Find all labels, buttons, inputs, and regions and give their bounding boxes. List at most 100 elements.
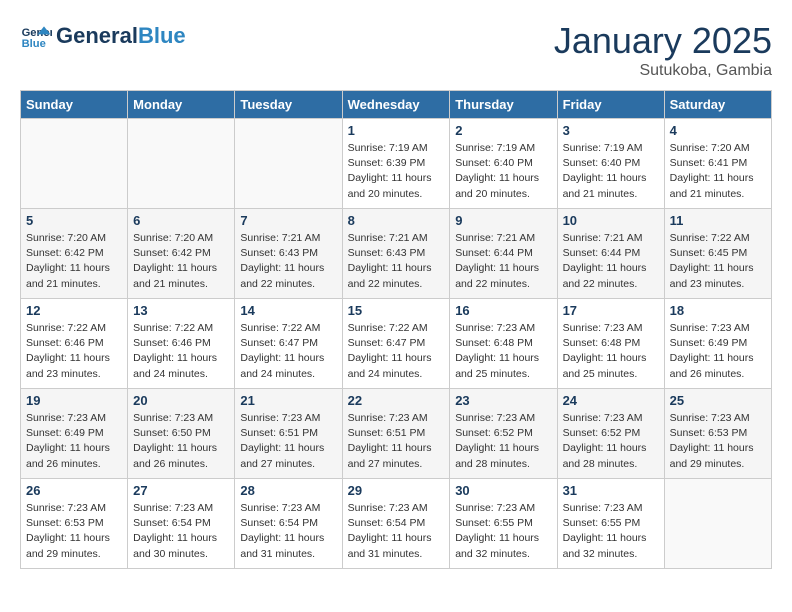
calendar-cell: 23 Sunrise: 7:23 AMSunset: 6:52 PMDayligh… bbox=[450, 389, 557, 479]
day-number: 19 bbox=[26, 393, 122, 408]
calendar-cell: 15Sunrise: 7:22 AMSunset: 6:47 PMDayligh… bbox=[342, 299, 450, 389]
calendar-week-2: 5 Sunrise: 7:20 AMSunset: 6:42 PMDaylight… bbox=[21, 209, 772, 299]
calendar-cell: 17 Sunrise: 7:23 AMSunset: 6:48 PMDayligh… bbox=[557, 299, 664, 389]
title-block: January 2025 Sutukoba, Gambia bbox=[554, 20, 772, 80]
weekday-thursday: Thursday bbox=[450, 91, 557, 119]
day-info: Sunrise: 7:23 AMSunset: 6:51 PMDaylight:… bbox=[348, 411, 445, 472]
day-info: Sunrise: 7:23 AMSunset: 6:55 PMDaylight:… bbox=[563, 501, 659, 562]
day-info: Sunrise: 7:19 AMSunset: 6:40 PMDaylight:… bbox=[563, 141, 659, 202]
calendar-cell: 11 Sunrise: 7:22 AMSunset: 6:45 PMDayligh… bbox=[664, 209, 771, 299]
logo-icon: General Blue bbox=[20, 20, 52, 52]
weekday-saturday: Saturday bbox=[664, 91, 771, 119]
day-info: Sunrise: 7:23 AMSunset: 6:48 PMDaylight:… bbox=[563, 321, 659, 382]
day-info: Sunrise: 7:23 AMSunset: 6:49 PMDaylight:… bbox=[670, 321, 766, 382]
day-number: 17 bbox=[563, 303, 659, 318]
location-title: Sutukoba, Gambia bbox=[554, 62, 772, 80]
day-number: 10 bbox=[563, 213, 659, 228]
day-number: 23 bbox=[455, 393, 551, 408]
day-info: Sunrise: 7:22 AMSunset: 6:45 PMDaylight:… bbox=[670, 231, 766, 292]
day-info: Sunrise: 7:19 AMSunset: 6:40 PMDaylight:… bbox=[455, 141, 551, 202]
day-number: 26 bbox=[26, 483, 122, 498]
day-info: Sunrise: 7:23 AMSunset: 6:52 PMDaylight:… bbox=[455, 411, 551, 472]
month-title: January 2025 bbox=[554, 20, 772, 62]
calendar-cell: 26 Sunrise: 7:23 AMSunset: 6:53 PMDayligh… bbox=[21, 479, 128, 569]
calendar-cell: 30Sunrise: 7:23 AMSunset: 6:55 PMDayligh… bbox=[450, 479, 557, 569]
day-number: 24 bbox=[563, 393, 659, 408]
day-number: 28 bbox=[240, 483, 336, 498]
calendar-cell: 25Sunrise: 7:23 AMSunset: 6:53 PMDayligh… bbox=[664, 389, 771, 479]
weekday-header-row: SundayMondayTuesdayWednesdayThursdayFrid… bbox=[21, 91, 772, 119]
calendar-cell: 19 Sunrise: 7:23 AMSunset: 6:49 PMDayligh… bbox=[21, 389, 128, 479]
calendar-week-1: 1 Sunrise: 7:19 AMSunset: 6:39 PMDaylight… bbox=[21, 119, 772, 209]
calendar-cell: 8 Sunrise: 7:21 AMSunset: 6:43 PMDaylight… bbox=[342, 209, 450, 299]
day-number: 29 bbox=[348, 483, 445, 498]
day-info: Sunrise: 7:23 AMSunset: 6:49 PMDaylight:… bbox=[26, 411, 122, 472]
day-number: 12 bbox=[26, 303, 122, 318]
day-number: 4 bbox=[670, 123, 766, 138]
day-info: Sunrise: 7:22 AMSunset: 6:46 PMDaylight:… bbox=[133, 321, 229, 382]
calendar-cell: 16 Sunrise: 7:23 AMSunset: 6:48 PMDayligh… bbox=[450, 299, 557, 389]
weekday-monday: Monday bbox=[128, 91, 235, 119]
day-info: Sunrise: 7:19 AMSunset: 6:39 PMDaylight:… bbox=[348, 141, 445, 202]
day-number: 16 bbox=[455, 303, 551, 318]
day-info: Sunrise: 7:22 AMSunset: 6:46 PMDaylight:… bbox=[26, 321, 122, 382]
svg-text:Blue: Blue bbox=[22, 38, 46, 50]
day-info: Sunrise: 7:23 AMSunset: 6:55 PMDaylight:… bbox=[455, 501, 551, 562]
day-number: 18 bbox=[670, 303, 766, 318]
day-number: 7 bbox=[240, 213, 336, 228]
day-number: 1 bbox=[348, 123, 445, 138]
weekday-tuesday: Tuesday bbox=[235, 91, 342, 119]
calendar-cell: 21 Sunrise: 7:23 AMSunset: 6:51 PMDayligh… bbox=[235, 389, 342, 479]
calendar-week-5: 26 Sunrise: 7:23 AMSunset: 6:53 PMDayligh… bbox=[21, 479, 772, 569]
day-info: Sunrise: 7:20 AMSunset: 6:41 PMDaylight:… bbox=[670, 141, 766, 202]
day-number: 3 bbox=[563, 123, 659, 138]
calendar-week-3: 12 Sunrise: 7:22 AMSunset: 6:46 PMDayligh… bbox=[21, 299, 772, 389]
day-info: Sunrise: 7:23 AMSunset: 6:54 PMDaylight:… bbox=[348, 501, 445, 562]
calendar-cell: 27 Sunrise: 7:23 AMSunset: 6:54 PMDayligh… bbox=[128, 479, 235, 569]
calendar-cell: 24 Sunrise: 7:23 AMSunset: 6:52 PMDayligh… bbox=[557, 389, 664, 479]
day-number: 8 bbox=[348, 213, 445, 228]
day-number: 31 bbox=[563, 483, 659, 498]
calendar-cell: 2 Sunrise: 7:19 AMSunset: 6:40 PMDaylight… bbox=[450, 119, 557, 209]
day-number: 11 bbox=[670, 213, 766, 228]
day-info: Sunrise: 7:22 AMSunset: 6:47 PMDaylight:… bbox=[240, 321, 336, 382]
calendar-cell bbox=[128, 119, 235, 209]
calendar-cell: 7 Sunrise: 7:21 AMSunset: 6:43 PMDaylight… bbox=[235, 209, 342, 299]
calendar-cell: 29 Sunrise: 7:23 AMSunset: 6:54 PMDayligh… bbox=[342, 479, 450, 569]
page-header: General Blue GeneralBlue January 2025 Su… bbox=[20, 20, 772, 80]
day-number: 13 bbox=[133, 303, 229, 318]
day-info: Sunrise: 7:23 AMSunset: 6:50 PMDaylight:… bbox=[133, 411, 229, 472]
day-info: Sunrise: 7:22 AMSunset: 6:47 PMDaylight:… bbox=[348, 321, 445, 382]
day-info: Sunrise: 7:23 AMSunset: 6:52 PMDaylight:… bbox=[563, 411, 659, 472]
day-info: Sunrise: 7:21 AMSunset: 6:43 PMDaylight:… bbox=[240, 231, 336, 292]
calendar-cell: 3 Sunrise: 7:19 AMSunset: 6:40 PMDaylight… bbox=[557, 119, 664, 209]
day-number: 20 bbox=[133, 393, 229, 408]
calendar-cell: 22Sunrise: 7:23 AMSunset: 6:51 PMDayligh… bbox=[342, 389, 450, 479]
day-number: 14 bbox=[240, 303, 336, 318]
calendar-cell: 10 Sunrise: 7:21 AMSunset: 6:44 PMDayligh… bbox=[557, 209, 664, 299]
day-info: Sunrise: 7:23 AMSunset: 6:54 PMDaylight:… bbox=[133, 501, 229, 562]
calendar-cell bbox=[21, 119, 128, 209]
weekday-sunday: Sunday bbox=[21, 91, 128, 119]
day-info: Sunrise: 7:23 AMSunset: 6:53 PMDaylight:… bbox=[26, 501, 122, 562]
calendar-body: 1 Sunrise: 7:19 AMSunset: 6:39 PMDaylight… bbox=[21, 119, 772, 569]
calendar-week-4: 19 Sunrise: 7:23 AMSunset: 6:49 PMDayligh… bbox=[21, 389, 772, 479]
day-number: 21 bbox=[240, 393, 336, 408]
day-number: 9 bbox=[455, 213, 551, 228]
day-number: 27 bbox=[133, 483, 229, 498]
calendar-cell: 6Sunrise: 7:20 AMSunset: 6:42 PMDaylight… bbox=[128, 209, 235, 299]
day-info: Sunrise: 7:21 AMSunset: 6:44 PMDaylight:… bbox=[563, 231, 659, 292]
calendar-cell bbox=[235, 119, 342, 209]
day-info: Sunrise: 7:23 AMSunset: 6:51 PMDaylight:… bbox=[240, 411, 336, 472]
calendar-cell: 13 Sunrise: 7:22 AMSunset: 6:46 PMDayligh… bbox=[128, 299, 235, 389]
calendar-cell: 4 Sunrise: 7:20 AMSunset: 6:41 PMDaylight… bbox=[664, 119, 771, 209]
day-number: 5 bbox=[26, 213, 122, 228]
calendar-cell bbox=[664, 479, 771, 569]
weekday-wednesday: Wednesday bbox=[342, 91, 450, 119]
day-number: 2 bbox=[455, 123, 551, 138]
day-number: 25 bbox=[670, 393, 766, 408]
logo-blue: Blue bbox=[138, 23, 186, 48]
day-info: Sunrise: 7:20 AMSunset: 6:42 PMDaylight:… bbox=[133, 231, 229, 292]
day-info: Sunrise: 7:23 AMSunset: 6:48 PMDaylight:… bbox=[455, 321, 551, 382]
day-info: Sunrise: 7:21 AMSunset: 6:43 PMDaylight:… bbox=[348, 231, 445, 292]
